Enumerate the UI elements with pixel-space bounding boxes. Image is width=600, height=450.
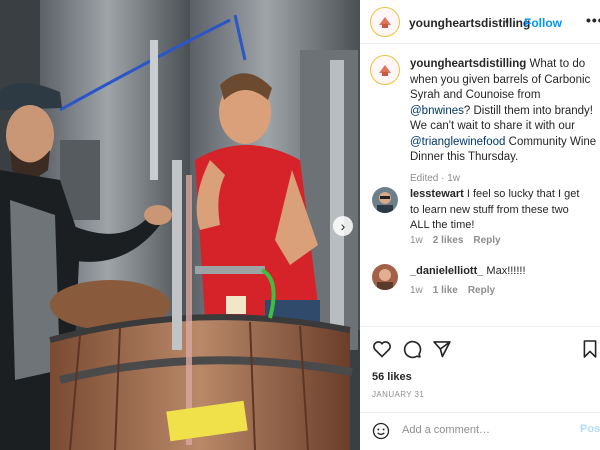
- comment-username[interactable]: _danielelliott_: [410, 265, 483, 277]
- comment-meta: 1w 1 like Reply: [410, 285, 495, 296]
- header-username[interactable]: youngheartsdistilling: [409, 16, 530, 30]
- like-heart-icon[interactable]: [372, 339, 392, 359]
- share-send-icon[interactable]: [432, 339, 452, 359]
- distillery-logo-icon: [379, 65, 391, 76]
- distillery-logo-icon: [379, 17, 391, 28]
- meta-separator: ·: [438, 172, 448, 184]
- more-options-icon[interactable]: •••: [586, 12, 600, 28]
- user-avatar-icon: [372, 187, 398, 213]
- post-photo: ›: [0, 0, 360, 450]
- caption-avatar[interactable]: [370, 55, 400, 85]
- post-comment-button[interactable]: Post: [580, 423, 600, 435]
- user-avatar-icon: [372, 264, 398, 290]
- brewery-scene-image: [0, 0, 360, 450]
- emoji-icon[interactable]: [372, 422, 390, 440]
- mention-link[interactable]: @trianglewinefood: [410, 136, 505, 148]
- add-comment-input[interactable]: [402, 422, 572, 438]
- post-actions: 56 likes JANUARY 31 Post: [360, 326, 600, 446]
- comment-bubble-icon[interactable]: [402, 339, 422, 359]
- comment-meta: 1w 2 likes Reply: [410, 235, 501, 246]
- mention-link[interactable]: @bnwines: [410, 105, 464, 117]
- commenter-avatar[interactable]: [372, 187, 398, 213]
- caption-age: 1w: [447, 172, 461, 184]
- add-comment-row: Post: [360, 412, 600, 447]
- caption-meta: Edited · 1w: [410, 171, 600, 187]
- comment-text: _danielelliott_ Max!!!!!!: [410, 264, 590, 280]
- comment-likes[interactable]: 2 likes: [433, 235, 464, 246]
- account-avatar[interactable]: [370, 7, 400, 37]
- comment-text: lesstewart I feel so lucky that I get to…: [410, 187, 590, 234]
- caption-text: youngheartsdistilling What to do when yo…: [410, 57, 600, 186]
- post-side-panel: youngheartsdistilling • Follow ••• young…: [360, 0, 600, 450]
- edited-label: Edited: [410, 172, 439, 184]
- caption-username[interactable]: youngheartsdistilling: [410, 58, 526, 70]
- reply-button[interactable]: Reply: [468, 285, 495, 296]
- separator-dot: •: [505, 16, 509, 28]
- chevron-right-icon: ›: [340, 218, 346, 234]
- comment-likes[interactable]: 1 like: [433, 285, 458, 296]
- comment-body: Max!!!!!!: [483, 265, 526, 277]
- comment-age: 1w: [410, 235, 423, 246]
- post-date: JANUARY 31: [372, 390, 425, 399]
- save-bookmark-icon[interactable]: [582, 339, 598, 359]
- next-image-button[interactable]: ›: [333, 216, 353, 236]
- follow-button[interactable]: Follow: [524, 16, 562, 30]
- reply-button[interactable]: Reply: [473, 235, 500, 246]
- likes-count[interactable]: 56 likes: [372, 371, 412, 383]
- commenter-avatar[interactable]: [372, 264, 398, 290]
- comment-username[interactable]: lesstewart: [410, 188, 464, 200]
- comment-age: 1w: [410, 285, 423, 296]
- post-header: youngheartsdistilling • Follow •••: [360, 0, 600, 44]
